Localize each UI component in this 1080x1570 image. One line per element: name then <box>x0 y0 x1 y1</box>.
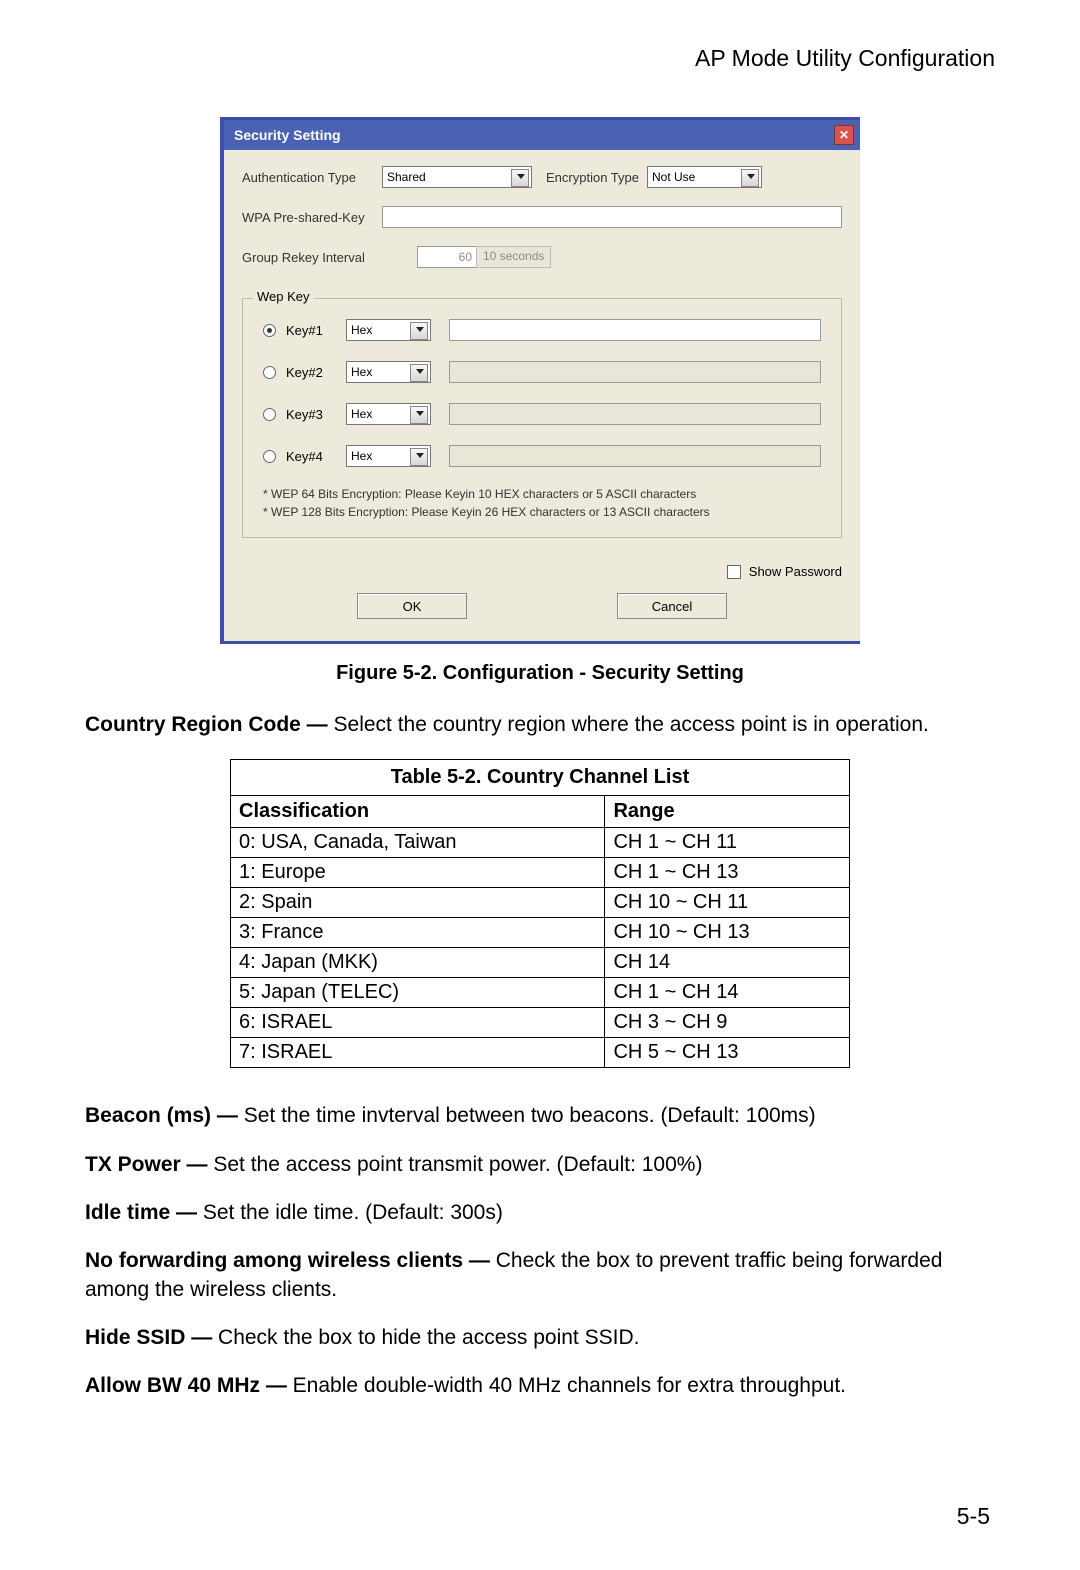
wep-key1-radio[interactable] <box>263 324 276 337</box>
wep-key2-radio[interactable] <box>263 366 276 379</box>
wep-key4-input[interactable] <box>449 445 821 467</box>
table-header-classification: Classification <box>231 796 605 828</box>
wep-key3-input[interactable] <box>449 403 821 425</box>
close-icon[interactable]: ✕ <box>834 125 854 145</box>
show-password-label: Show Password <box>749 564 842 579</box>
chevron-down-icon <box>416 411 424 416</box>
group-rekey-unit: 10 seconds <box>476 246 551 268</box>
auth-type-label: Authentication Type <box>242 170 382 185</box>
wep-key3-label: Key#3 <box>286 407 346 422</box>
table-row: 2: SpainCH 10 ~ CH 11 <box>231 888 850 918</box>
encryption-type-label: Encryption Type <box>546 170 639 185</box>
ok-button[interactable]: OK <box>357 593 467 619</box>
figure-caption: Figure 5-2. Configuration - Security Set… <box>85 662 995 685</box>
page-header: AP Mode Utility Configuration <box>85 45 995 72</box>
hidessid-desc: Hide SSID — Check the box to hide the ac… <box>85 1324 995 1352</box>
table-header-range: Range <box>605 796 850 828</box>
chevron-down-icon <box>747 174 755 179</box>
cancel-button[interactable]: Cancel <box>617 593 727 619</box>
table-title: Table 5-2. Country Channel List <box>231 760 850 796</box>
wep-key1-input[interactable] <box>449 319 821 341</box>
encryption-type-select[interactable] <box>647 166 762 188</box>
dialog-title: Security Setting <box>234 127 341 143</box>
group-rekey-label: Group Rekey Interval <box>242 250 382 265</box>
auth-type-select[interactable] <box>382 166 532 188</box>
txpower-desc: TX Power — Set the access point transmit… <box>85 1151 995 1179</box>
wep-hint-64: * WEP 64 Bits Encryption: Please Keyin 1… <box>263 487 821 501</box>
chevron-down-icon <box>416 453 424 458</box>
dialog-titlebar: Security Setting ✕ <box>224 120 860 150</box>
chevron-down-icon <box>416 369 424 374</box>
country-region-desc: Country Region Code — Select the country… <box>85 711 995 739</box>
page-number: 5-5 <box>957 1503 990 1530</box>
wep-key2-label: Key#2 <box>286 365 346 380</box>
wep-hint-128: * WEP 128 Bits Encryption: Please Keyin … <box>263 505 821 519</box>
table-row: 1: EuropeCH 1 ~ CH 13 <box>231 858 850 888</box>
table-row: 4: Japan (MKK)CH 14 <box>231 948 850 978</box>
idle-desc: Idle time — Set the idle time. (Default:… <box>85 1199 995 1227</box>
table-row: 7: ISRAELCH 5 ~ CH 13 <box>231 1038 850 1068</box>
bw40-desc: Allow BW 40 MHz — Enable double-width 40… <box>85 1372 995 1400</box>
wpa-psk-input[interactable] <box>382 206 842 228</box>
wep-key-legend: Wep Key <box>253 289 314 304</box>
wep-key2-input[interactable] <box>449 361 821 383</box>
chevron-down-icon <box>517 174 525 179</box>
security-dialog: Security Setting ✕ Authentication Type E… <box>220 117 860 644</box>
wep-key1-label: Key#1 <box>286 323 346 338</box>
country-channel-table: Table 5-2. Country Channel List Classifi… <box>230 759 850 1068</box>
noforward-desc: No forwarding among wireless clients — C… <box>85 1247 995 1304</box>
table-row: 6: ISRAELCH 3 ~ CH 9 <box>231 1008 850 1038</box>
wep-key4-radio[interactable] <box>263 450 276 463</box>
table-row: 0: USA, Canada, TaiwanCH 1 ~ CH 11 <box>231 828 850 858</box>
wpa-psk-label: WPA Pre-shared-Key <box>242 210 382 225</box>
table-row: 3: FranceCH 10 ~ CH 13 <box>231 918 850 948</box>
beacon-desc: Beacon (ms) — Set the time invterval bet… <box>85 1102 995 1130</box>
wep-key4-label: Key#4 <box>286 449 346 464</box>
chevron-down-icon <box>416 327 424 332</box>
show-password-checkbox[interactable] <box>727 565 741 579</box>
table-row: 5: Japan (TELEC)CH 1 ~ CH 14 <box>231 978 850 1008</box>
group-rekey-input[interactable] <box>417 246 477 268</box>
wep-key-group: Wep Key Key#1 Key#2 <box>242 298 842 538</box>
wep-key3-radio[interactable] <box>263 408 276 421</box>
